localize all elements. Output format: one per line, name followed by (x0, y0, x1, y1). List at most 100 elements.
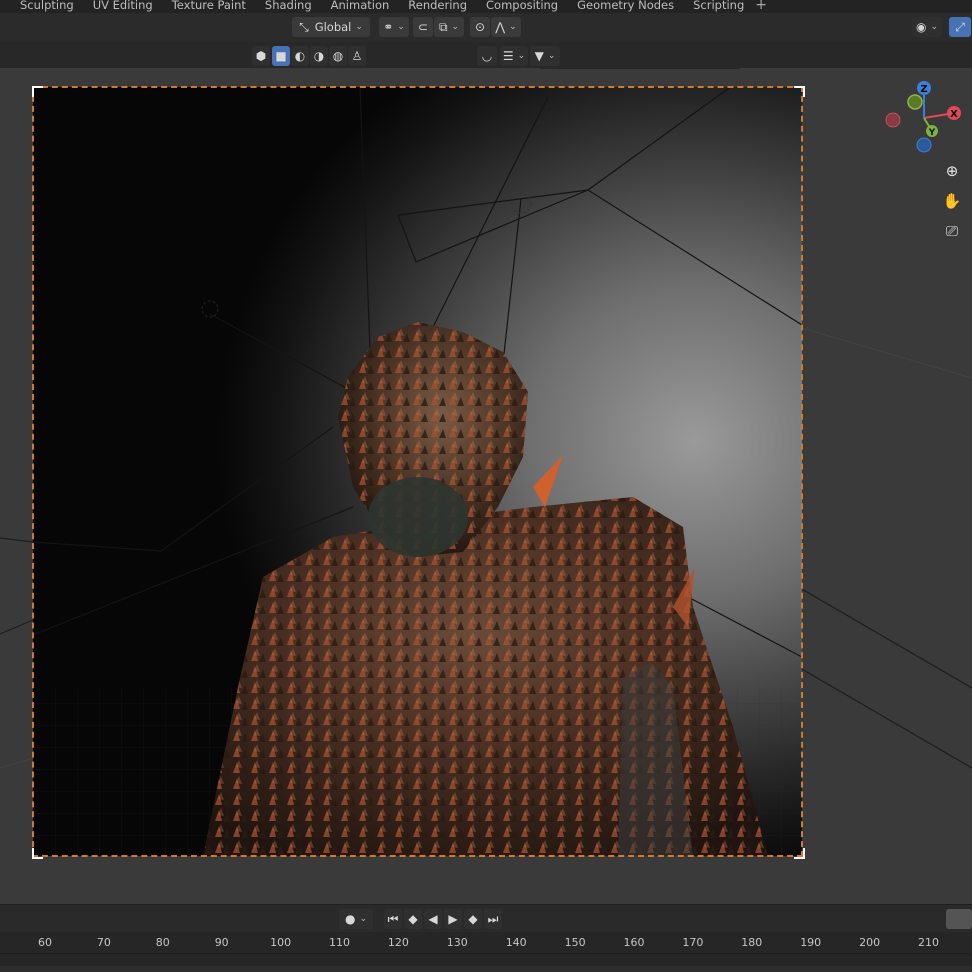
snap-toggle[interactable]: ⊂ (413, 17, 433, 37)
workspace-tab[interactable]: Scripting (693, 0, 744, 12)
list-options-dropdown[interactable]: ☰ ⌄ (500, 46, 528, 66)
camera-corner-marker (794, 848, 805, 859)
jump-end-icon: ⏭ (487, 911, 499, 926)
wireframe-sphere-icon: ⬢ (255, 49, 267, 63)
ruler-divider (0, 953, 972, 954)
list-icon: ☰ (502, 49, 514, 63)
frame-tick-label: 90 (214, 936, 229, 949)
search-options-button[interactable]: ◡ (477, 46, 497, 66)
orientation-axes-icon: ⤡ (299, 19, 309, 34)
shading-rendered-button[interactable]: ◑ (310, 46, 328, 66)
timeline-ruler[interactable]: 60 70 80 90 100 110 120 130 140 150 160 170 180 190 20… (0, 932, 972, 972)
orientation-label: Global (314, 20, 352, 34)
globe-icon: ◍ (332, 49, 344, 63)
shading-solid-button[interactable]: ■ (272, 46, 290, 66)
play-icon: ▶ (448, 912, 458, 926)
record-dot-icon: ● (344, 912, 356, 926)
chevron-curve-icon: ◡ (481, 49, 493, 63)
chevron-down-icon: ⌄ (509, 22, 517, 32)
frame-tick-label: 100 (270, 936, 292, 949)
camera-corner-marker (794, 86, 805, 97)
axis-z-label: Z (920, 84, 927, 95)
shading-options-button[interactable]: ♙ (348, 46, 366, 66)
axis-y-label: Y (928, 128, 936, 138)
frame-tick-label: 160 (623, 936, 645, 949)
chevron-down-icon: ⌄ (517, 51, 526, 61)
funnel-filter-icon: ▼ (534, 49, 544, 63)
viewport-header-secondary: ⬢ ■ ◐ ◑ ◍ ♙ ⌕ ◡ ☰ ⌄ ▼ ⌄ (0, 42, 972, 106)
timeline-track[interactable] (0, 966, 972, 972)
workspace-tab[interactable]: Sculpting (20, 0, 74, 12)
frame-tick-label: 110 (329, 936, 350, 949)
frame-tick-label: 210 (918, 936, 939, 949)
creature-render (33, 87, 802, 856)
axis-neg-x-handle[interactable] (885, 112, 901, 128)
workspace-tabs: Sculpting UV Editing Texture Paint Shading A… (0, 0, 767, 13)
chevron-down-icon: ⌄ (397, 22, 405, 32)
jump-end-button[interactable]: ⏭ (484, 909, 502, 929)
3d-viewport[interactable]: X Y Z ⊕ ✋ ⎚ (0, 68, 972, 904)
chevron-down-icon: ⌄ (930, 22, 939, 32)
axis-neg-y-handle[interactable] (907, 94, 923, 110)
frame-tick-label: 150 (564, 936, 586, 949)
proportional-edit-toggle[interactable]: ⊙ (470, 17, 490, 37)
workspace-tab[interactable]: Shading (265, 0, 312, 12)
prev-keyframe-icon: ◆ (408, 912, 418, 926)
chevron-down-icon: ⌄ (359, 914, 368, 924)
workspace-tab[interactable]: Animation (331, 0, 390, 12)
shading-material-button[interactable]: ◐ (291, 46, 309, 66)
navigation-gizmo[interactable]: X Y Z (880, 78, 970, 168)
eye-visibility-icon: ◉ (915, 20, 927, 34)
pivot-link-icon: ⚭ (383, 20, 394, 34)
axis-neg-z-handle[interactable] (916, 137, 932, 153)
chevron-down-icon: ⌄ (355, 22, 363, 32)
workspace-tab[interactable]: Texture Paint (172, 0, 246, 12)
chevron-down-icon: ⌄ (547, 51, 556, 61)
workspace-tab[interactable]: UV Editing (93, 0, 153, 12)
frame-tick-label: 130 (446, 936, 468, 949)
proportional-falloff-dropdown[interactable]: ⋀ ⌄ (491, 17, 521, 37)
camera-view-icon[interactable]: ⎚ (940, 219, 964, 243)
gizmo-toggle-icon: ⤢ (955, 19, 965, 34)
hand-pan-icon[interactable]: ✋ (940, 189, 964, 213)
chevron-down-icon: ⌄ (451, 22, 460, 32)
workspace-tab[interactable]: Geometry Nodes (577, 0, 674, 12)
viewport-header: ⤡ Global ⌄ ⚭ ⌄ ⊂ ⧉ ⌄ ⊙ ⋀ ⌄ ◉ ⌄ ⤢ (0, 13, 972, 43)
solid-square-icon: ■ (275, 49, 287, 63)
frame-tick-label: 180 (741, 936, 763, 949)
prev-keyframe-button[interactable]: ◆ (404, 909, 422, 929)
brush-icon: ♙ (351, 49, 363, 63)
proportional-falloff-icon: ⋀ (495, 20, 506, 34)
next-keyframe-button[interactable]: ◆ (464, 909, 482, 929)
gizmo-toggle-button[interactable]: ⤢ (949, 17, 971, 37)
add-workspace-icon[interactable]: + (755, 0, 767, 13)
axis-x-label: X (950, 109, 958, 120)
next-keyframe-icon: ◆ (468, 912, 478, 926)
workspace-tab[interactable]: Rendering (408, 0, 467, 12)
frame-tick-label: 170 (682, 936, 704, 949)
timeline-side-button[interactable] (946, 909, 972, 929)
play-button[interactable]: ▶ (444, 909, 462, 929)
camera-corner-marker (32, 86, 43, 97)
transform-orientation-dropdown[interactable]: ⤡ Global ⌄ (292, 17, 370, 37)
frame-tick-label: 140 (505, 936, 527, 949)
keying-record-button[interactable]: ● ⌄ (339, 909, 373, 929)
magnet-icon: ⊂ (417, 20, 429, 34)
snap-target-dropdown[interactable]: ⧉ ⌄ (434, 17, 464, 37)
camera-view-render (33, 87, 802, 856)
filter-dropdown[interactable]: ▼ ⌄ (530, 46, 560, 66)
jump-start-button[interactable]: ⏮ (384, 909, 402, 929)
frame-tick-label: 190 (800, 936, 822, 949)
play-reverse-button[interactable]: ◀ (424, 909, 442, 929)
material-sphere-icon: ◐ (294, 49, 306, 63)
shading-wireframe-button[interactable]: ⬢ (252, 46, 270, 66)
frame-tick-label: 60 (38, 936, 52, 949)
pivot-point-dropdown[interactable]: ⚭ ⌄ (379, 17, 409, 37)
workspace-tab[interactable]: Compositing (486, 0, 558, 12)
rendered-sphere-icon: ◑ (313, 49, 325, 63)
play-reverse-icon: ◀ (428, 912, 438, 926)
zoom-plus-icon[interactable]: ⊕ (940, 159, 964, 183)
shading-globe-button[interactable]: ◍ (329, 46, 347, 66)
visibility-dropdown[interactable]: ◉ ⌄ (912, 17, 942, 37)
snap-increment-icon: ⧉ (438, 19, 448, 34)
